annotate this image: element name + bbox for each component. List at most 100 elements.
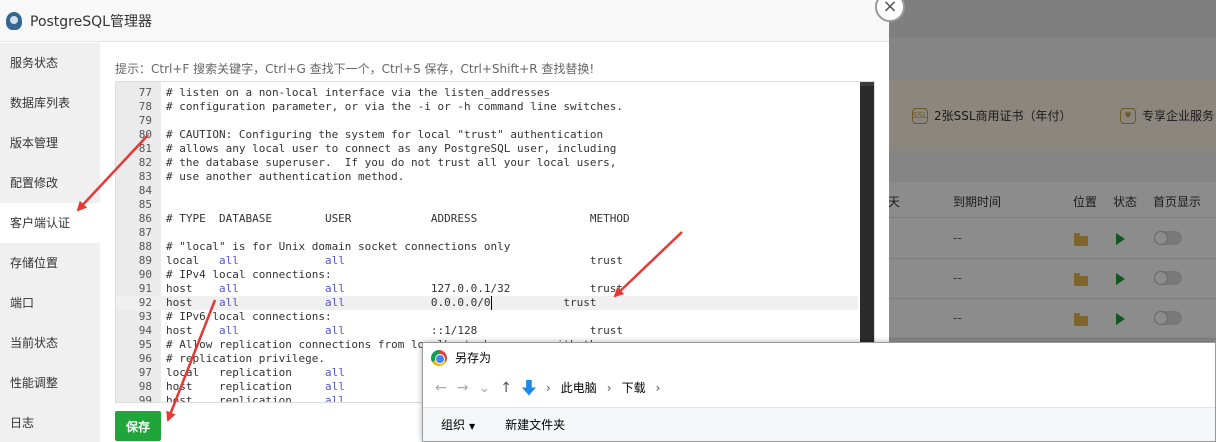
line-number: 88 xyxy=(138,240,152,253)
breadcrumb-this-pc[interactable]: 此电脑 xyxy=(561,379,597,396)
line-text: # allows any local user to connect as an… xyxy=(166,142,617,155)
save-as-dialog: 另存为 ← → ⌄ ↑ › 此电脑 › 下载 › 组织 ▼ 新建文件夹 xyxy=(422,342,1216,442)
code-line[interactable]: 82 # the database superuser. If you do no… xyxy=(116,156,858,170)
code-line[interactable]: 83 # use another authentication method. xyxy=(116,170,858,184)
line-number: 89 xyxy=(138,254,152,267)
line-number: 99 xyxy=(138,394,152,403)
keyword-all: all xyxy=(324,324,345,337)
save-as-navbar: ← → ⌄ ↑ › 此电脑 › 下载 › xyxy=(435,379,660,396)
line-text: # IPv6 local connections: xyxy=(166,310,332,323)
breadcrumb-separator-icon: › xyxy=(655,380,661,395)
keyword-all: all xyxy=(324,254,345,267)
modal-title: PostgreSQL管理器 xyxy=(30,13,152,30)
caret-down-icon: ▼ xyxy=(469,422,476,431)
line-text: # "local" is for Unix domain socket conn… xyxy=(166,240,511,253)
code-line[interactable]: 78 # configuration parameter, or via the … xyxy=(116,100,858,114)
keyword-all: all xyxy=(324,282,345,295)
code-line[interactable]: 79 xyxy=(116,114,858,128)
save-as-titlebar: 另存为 xyxy=(431,349,491,366)
code-line[interactable]: 93 # IPv6 local connections: xyxy=(116,310,858,324)
line-text: local all all trust xyxy=(166,254,623,267)
line-number: 84 xyxy=(138,184,152,197)
line-text: # replication privilege. xyxy=(166,352,325,365)
line-text: # the database superuser. If you do not … xyxy=(166,156,617,169)
organize-label: 组织 xyxy=(441,418,466,432)
sidebar-item-database-list[interactable]: 数据库列表 xyxy=(0,83,100,123)
line-number: 91 xyxy=(138,282,152,295)
sidebar-item-logs[interactable]: 日志 xyxy=(0,403,100,442)
code-line[interactable]: 80 # CAUTION: Configuring the system for … xyxy=(116,128,858,142)
line-number: 86 xyxy=(138,212,152,225)
code-line[interactable]: 94 host all all ::1/128 trust xyxy=(116,324,858,338)
code-line[interactable]: 81 # allows any local user to connect as … xyxy=(116,142,858,156)
modal-header: PostgreSQL管理器 xyxy=(0,0,889,42)
sidebar-item-version[interactable]: 版本管理 xyxy=(0,123,100,163)
sidebar-item-performance[interactable]: 性能调整 xyxy=(0,363,100,403)
new-folder-button[interactable]: 新建文件夹 xyxy=(505,416,565,433)
line-text: # listen on a non-local interface via th… xyxy=(166,86,551,99)
line-number: 77 xyxy=(138,86,152,99)
up-arrow-icon[interactable]: ↑ xyxy=(500,380,512,396)
keyword-all: all xyxy=(218,254,239,267)
line-number: 83 xyxy=(138,170,152,183)
line-number: 78 xyxy=(138,100,152,113)
breadcrumb-separator-icon: › xyxy=(606,380,612,395)
save-as-toolbar: 组织 ▼ 新建文件夹 xyxy=(423,407,1215,441)
forward-arrow-icon[interactable]: → xyxy=(457,380,469,396)
line-number: 80 xyxy=(138,128,152,141)
line-number: 93 xyxy=(138,310,152,323)
line-number: 96 xyxy=(138,352,152,365)
line-number: 98 xyxy=(138,380,152,393)
chrome-icon xyxy=(431,349,447,366)
sidebar-item-config[interactable]: 配置修改 xyxy=(0,163,100,203)
editor-scroll-thumb[interactable] xyxy=(860,86,874,346)
postgresql-elephant-icon xyxy=(6,11,22,30)
line-number: 85 xyxy=(138,198,152,211)
code-line[interactable]: 86 # TYPE DATABASE USER ADDRESS METHOD xyxy=(116,212,858,226)
line-text: # configuration parameter, or via the -i… xyxy=(166,100,623,113)
line-number: 97 xyxy=(138,366,152,379)
code-line[interactable]: 88 # "local" is for Unix domain socket co… xyxy=(116,240,858,254)
line-text: host replication all xyxy=(166,380,345,393)
code-line[interactable]: 92 host all all 0.0.0.0/0 trust xyxy=(116,296,858,310)
breadcrumb-downloads[interactable]: 下载 xyxy=(622,379,646,396)
keyword-all: all xyxy=(218,324,239,337)
line-number: 95 xyxy=(138,338,152,351)
code-line[interactable]: 91 host all all 127.0.0.1/32 trust xyxy=(116,282,858,296)
line-text: # TYPE DATABASE USER ADDRESS METHOD xyxy=(166,212,630,225)
keyword-all: all xyxy=(324,380,345,393)
code-line[interactable]: 90 # IPv4 local connections: xyxy=(116,268,858,282)
sidebar-item-service-status[interactable]: 服务状态 xyxy=(0,43,100,83)
code-line[interactable]: 87 xyxy=(116,226,858,240)
line-text: # use another authentication method. xyxy=(166,170,405,183)
line-text: # IPv4 local connections: xyxy=(166,268,332,281)
line-text: host all all 0.0.0.0/0 trust xyxy=(166,296,597,309)
line-number: 87 xyxy=(138,226,152,239)
chevron-down-icon[interactable]: ⌄ xyxy=(478,380,490,396)
line-number: 79 xyxy=(138,114,152,127)
code-line[interactable]: 85 xyxy=(116,198,858,212)
sidebar-item-client-auth[interactable]: 客户端认证 xyxy=(0,203,100,243)
line-number: 81 xyxy=(138,142,152,155)
sidebar-item-port[interactable]: 端口 xyxy=(0,283,100,323)
downloads-icon xyxy=(521,379,536,396)
text-cursor xyxy=(491,296,492,310)
line-number: 92 xyxy=(138,296,152,309)
editor-hint: 提示：Ctrl+F 搜索关键字，Ctrl+G 查找下一个，Ctrl+S 保存，C… xyxy=(115,62,595,76)
keyword-all: all xyxy=(324,366,345,379)
code-line[interactable]: 84 xyxy=(116,184,858,198)
line-number: 90 xyxy=(138,268,152,281)
organize-menu[interactable]: 组织 ▼ xyxy=(441,416,475,433)
code-line[interactable]: 77 # listen on a non-local interface via … xyxy=(116,86,858,100)
sidebar-item-current-status[interactable]: 当前状态 xyxy=(0,323,100,363)
sidebar-item-storage[interactable]: 存储位置 xyxy=(0,243,100,283)
code-line[interactable]: 89 local all all trust xyxy=(116,254,858,268)
keyword-all: all xyxy=(218,296,239,309)
keyword-all: all xyxy=(218,282,239,295)
line-number: 94 xyxy=(138,324,152,337)
line-text: # CAUTION: Configuring the system for lo… xyxy=(166,128,604,141)
breadcrumb-separator-icon: › xyxy=(545,380,551,395)
line-text: host replication all xyxy=(166,394,345,402)
back-arrow-icon[interactable]: ← xyxy=(435,380,447,396)
save-button[interactable]: 保存 xyxy=(115,411,161,441)
